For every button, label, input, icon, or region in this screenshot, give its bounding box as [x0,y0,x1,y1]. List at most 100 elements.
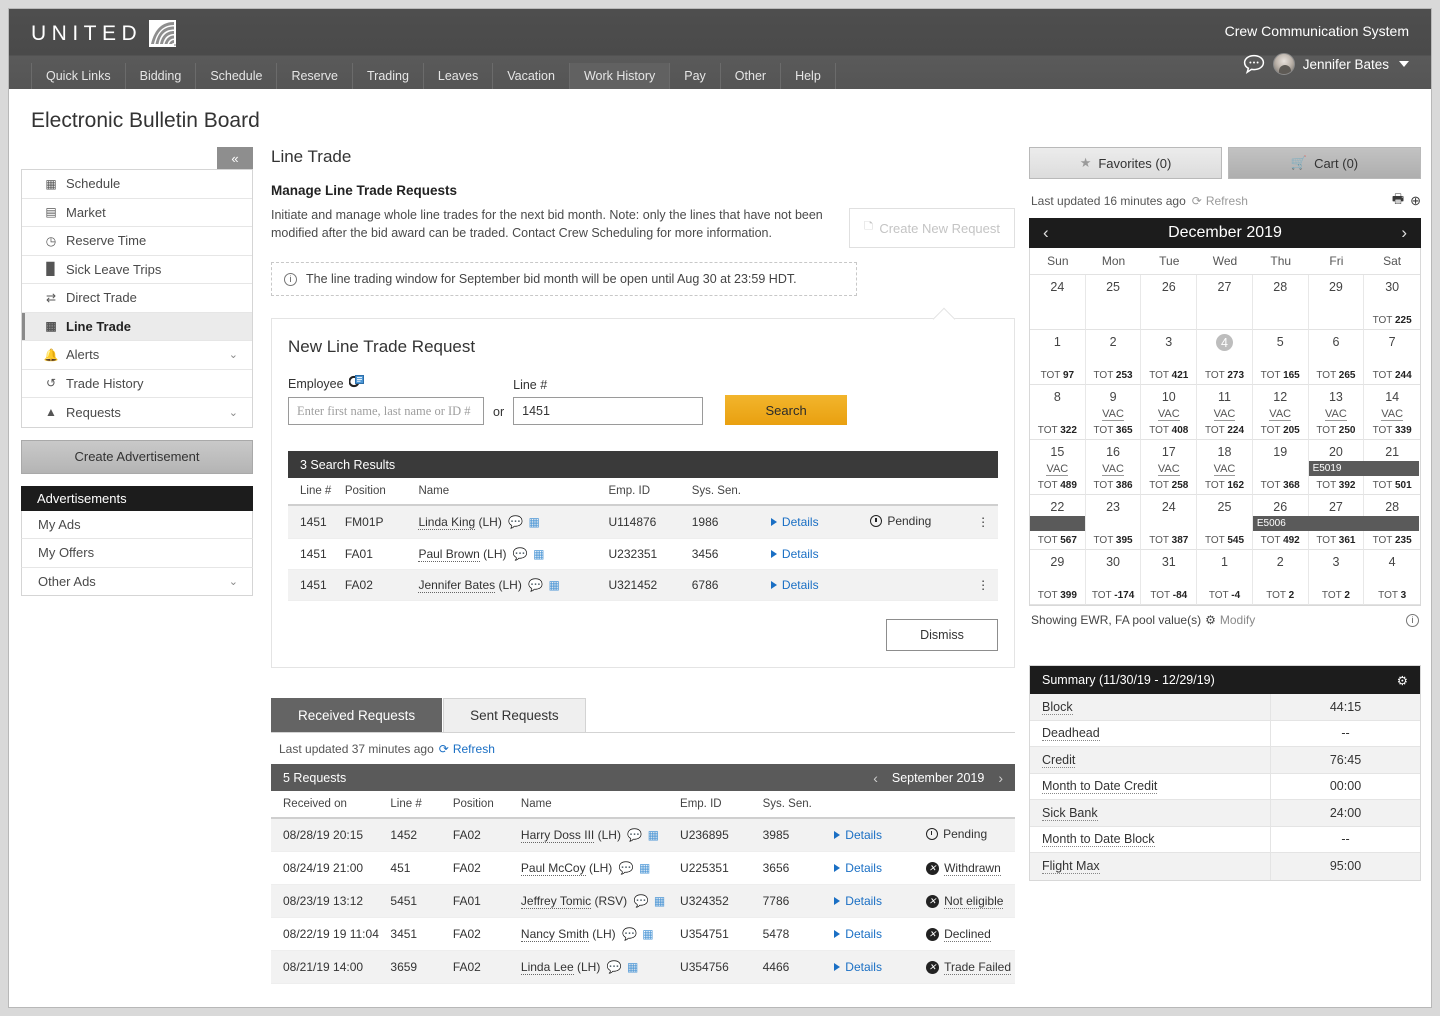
calendar-day-cell[interactable]: 11 VAC TOT 224 [1197,385,1253,440]
create-new-request-button[interactable]: 🗅 Create New Request [848,208,1015,248]
table-row[interactable]: 08/23/19 13:12 5451 FA01 Jeffrey Tomic (… [271,884,1015,918]
sidebar-item-other-ads[interactable]: Other Ads ⌄ [21,567,253,596]
refresh-button[interactable]: ⟳ Refresh [1192,194,1248,208]
calendar-day-cell[interactable]: 29 TOT 399 [1030,550,1086,605]
nav-tab-vacation[interactable]: Vacation [492,63,569,89]
refresh-button[interactable]: ⟳ Refresh [439,742,495,756]
gear-icon[interactable]: ⚙ [1397,673,1408,688]
calendar-day-cell[interactable]: 8 TOT 322 [1030,385,1086,440]
nav-tab-bidding[interactable]: Bidding [124,63,196,89]
details-link[interactable]: Details [834,861,882,875]
pairing-bar[interactable] [1030,516,1085,531]
table-row[interactable]: 08/22/19 19 11:04 3451 FA02 Nancy Smith … [271,917,1015,951]
calendar-day-cell[interactable]: 13 VAC TOT 250 [1308,385,1365,440]
calendar-day-cell[interactable]: 17 VAC TOT 258 [1141,440,1198,495]
calendar-day-cell[interactable]: 3 TOT 2 [1308,550,1365,605]
chevron-down-icon[interactable] [1399,61,1409,67]
nav-tab-work-history[interactable]: Work History [568,63,670,89]
nav-tab-schedule[interactable]: Schedule [195,63,276,89]
details-link[interactable]: Details [770,515,819,529]
sidebar-item-sick-leave-trips[interactable]: ▉ Sick Leave Trips [22,256,252,284]
sidebar-item-line-trade[interactable]: ▦ Line Trade [22,312,252,341]
employee-lookup-icon[interactable] [347,375,364,392]
nav-tab-leaves[interactable]: Leaves [422,63,492,89]
calendar-icon[interactable]: ▦ [529,515,540,529]
dismiss-button[interactable]: Dismiss [886,619,998,651]
details-link[interactable]: Details [834,960,882,974]
nav-tab-trading[interactable]: Trading [351,63,423,89]
search-button[interactable]: Search [725,395,848,425]
sidebar-item-schedule[interactable]: ▦ Schedule [22,170,252,199]
employee-name-link[interactable]: Paul Brown [418,547,480,562]
chevron-left-icon[interactable]: ‹ [1043,223,1049,243]
chat-bubble-icon[interactable]: 💬 [528,578,543,592]
calendar-day-cell[interactable]: 25 TOT 545 [1197,495,1253,550]
employee-name-link[interactable]: Paul McCoy [520,861,586,876]
calendar-day-cell[interactable]: 23 TOT 395 [1085,495,1142,550]
user-account[interactable]: Jennifer Bates [1243,53,1409,75]
chevron-right-icon[interactable]: › [998,770,1003,786]
calendar-day-cell[interactable]: 15 VAC TOT 489 [1030,440,1086,495]
info-icon[interactable]: i [1406,613,1419,627]
calendar-day-cell[interactable]: 24 [1030,275,1086,330]
chat-bubble-icon[interactable] [1243,54,1265,74]
sidebar-item-requests[interactable]: ▲ Requests ⌄ [22,398,252,427]
calendar-day-cell[interactable]: 30 TOT 225 [1364,275,1420,330]
sidebar-item-my-ads[interactable]: My Ads [21,510,253,539]
calendar-day-cell[interactable]: 6 TOT 265 [1308,330,1365,385]
calendar-day-cell[interactable]: 18 VAC TOT 162 [1197,440,1253,495]
calendar-day-cell[interactable]: 14 VAC TOT 339 [1364,385,1420,440]
chat-bubble-icon[interactable]: 💬 [627,828,642,842]
sidebar-item-reserve-time[interactable]: ◷ Reserve Time [22,227,252,256]
calendar-day-cell[interactable]: 25 [1085,275,1142,330]
sidebar-item-trade-history[interactable]: ↺ Trade History [22,370,252,398]
calendar-day-cell[interactable]: 28 [1252,275,1309,330]
calendar-day-cell[interactable]: 10 VAC TOT 408 [1141,385,1198,440]
sidebar-item-my-offers[interactable]: My Offers [21,539,253,568]
employee-name-link[interactable]: Harry Doss III [520,828,595,843]
calendar-icon[interactable]: ▦ [639,861,650,875]
calendar-day-cell[interactable]: 22 TOT 567 [1030,495,1086,550]
chat-bubble-icon[interactable]: 💬 [513,547,528,561]
calendar-icon[interactable]: ▦ [642,927,653,941]
nav-tab-pay[interactable]: Pay [669,63,720,89]
calendar-day-cell[interactable]: 30 TOT -174 [1085,550,1142,605]
nav-tab-quick-links[interactable]: Quick Links [31,63,125,89]
chat-bubble-icon[interactable]: 💬 [607,960,622,974]
calendar-day-cell[interactable]: 26 [1141,275,1198,330]
table-row[interactable]: 1451 FA02 Jennifer Bates (LH) 💬 ▦ U32145… [288,569,998,601]
details-link[interactable]: Details [834,894,882,908]
chat-bubble-icon[interactable]: 💬 [619,861,634,875]
pairing-bar[interactable]: E5006 [1252,516,1419,531]
calendar-day-cell[interactable]: 19 TOT 368 [1252,440,1309,495]
calendar-icon[interactable]: ▦ [627,960,638,974]
calendar-day-cell[interactable]: 16 VAC TOT 386 [1085,440,1142,495]
tab-sent-requests[interactable]: Sent Requests [443,698,586,732]
calendar-day-cell[interactable]: 12 VAC TOT 205 [1252,385,1309,440]
calendar-day-cell[interactable]: 1 TOT -4 [1197,550,1253,605]
modify-link[interactable]: Modify [1220,613,1255,627]
details-link[interactable]: Details [770,547,819,561]
employee-search-input[interactable] [288,397,484,425]
calendar-icon[interactable]: ▦ [549,578,560,592]
sidebar-item-direct-trade[interactable]: ⇄ Direct Trade [22,284,252,313]
print-icon[interactable]: 🖶 [1392,190,1404,212]
table-row[interactable]: 08/28/19 20:15 1452 FA02 Harry Doss III … [271,818,1015,852]
details-link[interactable]: Details [834,828,882,842]
cart-button[interactable]: 🛒 Cart (0) [1228,147,1421,179]
create-advertisement-button[interactable]: Create Advertisement [21,439,253,474]
calendar-icon[interactable]: ▦ [648,828,659,842]
calendar-day-cell[interactable]: 4 TOT 273 [1197,330,1253,385]
chevron-down-icon[interactable]: ⌄ [229,575,238,588]
calendar-day-cell[interactable]: 2 TOT 253 [1085,330,1142,385]
table-row[interactable]: 08/24/19 21:00 451 FA02 Paul McCoy (LH) … [271,851,1015,885]
calendar-day-cell[interactable]: 27 [1197,275,1253,330]
chevron-down-icon[interactable]: ⌄ [229,348,238,361]
calendar-day-cell[interactable]: 9 VAC TOT 365 [1085,385,1142,440]
nav-tab-help[interactable]: Help [780,63,836,89]
employee-name-link[interactable]: Jeffrey Tomic [520,894,592,909]
details-link[interactable]: Details [834,927,882,941]
calendar-day-cell[interactable]: 31 TOT -84 [1141,550,1198,605]
calendar-day-cell[interactable]: 26 E5006 TOT 492 [1252,495,1419,550]
nav-tab-reserve[interactable]: Reserve [276,63,352,89]
